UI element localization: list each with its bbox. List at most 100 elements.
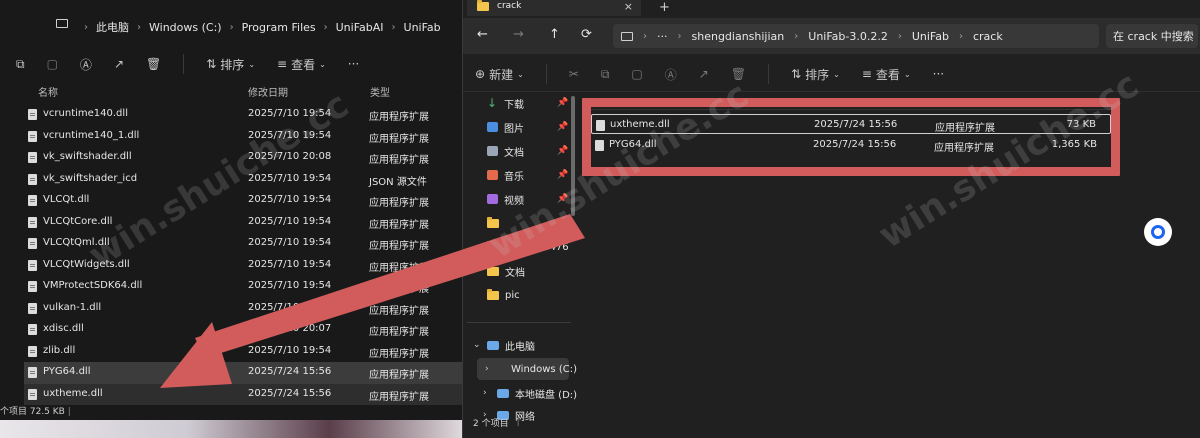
file-name: uxtheme.dll xyxy=(43,387,103,399)
breadcrumb-shengdianshijian[interactable]: shengdianshijian xyxy=(692,30,785,43)
breadcrumb-this-pc[interactable]: 此电脑 xyxy=(96,19,129,35)
breadcrumb-unifab[interactable]: UniFab xyxy=(912,30,949,43)
pin-icon[interactable]: 📌 xyxy=(557,146,568,156)
copy-icon[interactable]: ▢ xyxy=(47,57,58,71)
table-row[interactable]: PYG64.dll 2025/7/24 15:56 应用程序扩展 1,365 KB xyxy=(591,135,1111,155)
pin-icon[interactable]: 📌 xyxy=(557,98,568,108)
file-type: 应用程序扩展 xyxy=(369,133,429,145)
more-button[interactable]: ··· xyxy=(348,57,359,71)
search-input[interactable]: 在 crack 中搜索 xyxy=(1106,24,1198,48)
file-date: 2025/7/24 15:56 xyxy=(248,387,332,399)
refresh-button[interactable]: ⟳ xyxy=(581,27,592,42)
copilot-float-button[interactable] xyxy=(1144,218,1172,246)
breadcrumb-program-files[interactable]: Program Files xyxy=(242,21,316,34)
table-row[interactable]: VLCQtQml.dll 2025/7/10 19:54 应用程序扩展 xyxy=(24,233,470,255)
tree-item-local-d[interactable]: › 本地磁盘 (D:) xyxy=(483,382,577,404)
column-date[interactable]: 修改日期 xyxy=(248,84,288,99)
table-row[interactable]: VLCQtCore.dll 2025/7/10 19:54 应用程序扩展 xyxy=(24,212,470,234)
music-icon xyxy=(487,170,498,180)
rename-icon[interactable]: Ⓐ xyxy=(80,56,92,73)
monitor-icon xyxy=(487,340,499,350)
more-button[interactable]: ··· xyxy=(933,67,944,81)
chevron-icon[interactable]: › xyxy=(483,388,491,398)
table-row[interactable]: PYG64.dll 2025/7/24 15:56 应用程序扩展 xyxy=(24,362,470,384)
pin-icon[interactable]: 📌 xyxy=(557,170,568,180)
sort-button[interactable]: ⇅ 排序 ⌄ xyxy=(206,56,255,73)
rename-icon[interactable]: Ⓐ xyxy=(665,66,677,83)
computer-icon[interactable] xyxy=(56,19,68,28)
table-row[interactable]: vulkan-1.dll 2025/7/10 20:08 应用程序扩展 xyxy=(24,298,470,320)
table-row[interactable]: VLCQt.dll 2025/7/10 19:54 应用程序扩展 xyxy=(24,190,470,212)
search-placeholder: 在 crack 中搜索 xyxy=(1113,30,1194,43)
share-icon[interactable]: ↗ xyxy=(699,67,709,81)
table-row[interactable]: vk_swiftshader_icd 2025/7/10 19:54 JSON 源文… xyxy=(24,169,470,191)
view-button[interactable]: ≡ 查看 ⌄ xyxy=(277,56,326,73)
delete-icon[interactable]: 🗑 xyxy=(731,67,746,81)
left-address-bar[interactable]: › 此电脑 › Windows (C:) › Program Files › U… xyxy=(78,14,470,40)
file-name: vcruntime140_1.dll xyxy=(43,129,140,141)
tree-item-windows-c[interactable]: › Windows (C:) xyxy=(477,358,577,380)
left-column-header: 名称 修改日期 类型 xyxy=(28,80,468,100)
left-toolbar: ⧉ ▢ Ⓐ ↗ 🗑 ⇅ 排序 ⌄ ≡ 查看 ⌄ ··· xyxy=(16,54,359,74)
file-type: 应用程序扩展 xyxy=(369,348,429,360)
table-row[interactable]: VMProtectSDK64.dll 2025/7/10 19:54 应用程序扩展 xyxy=(24,276,470,298)
table-row[interactable]: uxtheme.dll 2025/7/24 15:56 应用程序扩展 73 KB xyxy=(591,114,1111,134)
table-row[interactable]: xdisc.dll 2025/7/10 20:07 应用程序扩展 xyxy=(24,319,470,341)
forward-button[interactable]: → xyxy=(513,27,524,42)
table-row[interactable]: vcruntime140.dll 2025/7/10 19:54 应用程序扩展 xyxy=(24,104,470,126)
breadcrumb-crack[interactable]: crack xyxy=(973,30,1003,43)
table-row[interactable]: uxtheme.dll 2025/7/24 15:56 应用程序扩展 xyxy=(24,383,470,405)
back-button[interactable]: ← xyxy=(477,27,488,42)
chevron-icon[interactable]: › xyxy=(485,364,493,374)
sidebar-item[interactable]: 文档 📌 xyxy=(487,140,568,162)
sidebar-item-label: 下载 xyxy=(504,99,524,111)
sidebar-item[interactable]: 图片 📌 xyxy=(487,116,568,138)
breadcrumb-unifab-version[interactable]: UniFab-3.0.2.2 xyxy=(808,30,888,43)
view-button[interactable]: ≡ 查看 ⌄ xyxy=(862,66,911,83)
sort-icon: ⇅ xyxy=(206,57,217,71)
new-tab-button[interactable]: + xyxy=(659,0,670,15)
sidebar-item[interactable] xyxy=(487,212,505,234)
table-row[interactable]: zlib.dll 2025/7/10 19:54 应用程序扩展 xyxy=(24,341,470,363)
breadcrumb-windows-c[interactable]: Windows (C:) xyxy=(149,21,222,34)
new-button[interactable]: ⊕ 新建 ⌄ xyxy=(475,66,524,83)
sort-label: 排序 xyxy=(220,57,245,72)
share-icon[interactable]: ↗ xyxy=(114,57,124,71)
breadcrumb-unifab[interactable]: UniFab xyxy=(404,21,441,34)
cut-icon[interactable]: ⧉ xyxy=(16,57,25,72)
computer-icon xyxy=(621,31,633,41)
address-more[interactable]: ··· xyxy=(657,30,668,43)
close-icon[interactable]: × xyxy=(624,0,633,13)
sort-button[interactable]: ⇅ 排序 ⌄ xyxy=(791,66,840,83)
sidebar-item[interactable]: 视频 📌 xyxy=(487,188,568,210)
table-row[interactable]: vcruntime140_1.dll 2025/7/10 19:54 应用程序扩展 xyxy=(24,126,470,148)
file-date: 2025/7/10 19:54 xyxy=(248,172,332,184)
address-bar[interactable]: › ··· › shengdianshijian › UniFab-3.0.2.… xyxy=(613,24,1099,48)
tree-item-this-pc[interactable]: ⌄ 此电脑 xyxy=(473,334,535,356)
sidebar-item[interactable]: ↓ 下载 📌 xyxy=(487,92,568,114)
sidebar-item[interactable]: pic xyxy=(487,284,520,306)
table-row[interactable]: VLCQtWidgets.dll 2025/7/10 19:54 应用程序扩展 xyxy=(24,255,470,277)
dll-file-icon xyxy=(28,216,37,228)
table-row[interactable]: vk_swiftshader.dll 2025/7/10 20:08 应用程序扩展 xyxy=(24,147,470,169)
paste-icon[interactable]: ▢ xyxy=(631,67,642,81)
breadcrumb-unifabai[interactable]: UniFabAI xyxy=(336,21,384,34)
delete-icon[interactable]: 🗑 xyxy=(146,57,161,71)
column-type[interactable]: 类型 xyxy=(370,84,390,99)
sidebar-item[interactable]: 文档 xyxy=(487,260,525,282)
pin-icon[interactable]: 📌 xyxy=(557,194,568,204)
tab-bar: crack × + xyxy=(463,0,1200,16)
cut-icon[interactable]: ✂ xyxy=(569,67,579,81)
tab-crack[interactable]: crack × xyxy=(467,0,641,16)
sidebar-item[interactable]: 1620906476 xyxy=(487,236,569,258)
pin-icon[interactable]: 📌 xyxy=(557,122,568,132)
copy-icon[interactable]: ⧉ xyxy=(601,67,610,82)
file-name: uxtheme.dll xyxy=(610,119,670,130)
up-button[interactable]: ↑ xyxy=(549,27,560,42)
column-name[interactable]: 名称 xyxy=(38,84,58,99)
tree-item-label: 本地磁盘 (D:) xyxy=(515,389,578,401)
chevron-icon[interactable]: ⌄ xyxy=(473,340,481,350)
pictures-icon xyxy=(487,122,498,132)
file-name: vcruntime140.dll xyxy=(43,108,128,119)
sidebar-item[interactable]: 音乐 📌 xyxy=(487,164,568,186)
